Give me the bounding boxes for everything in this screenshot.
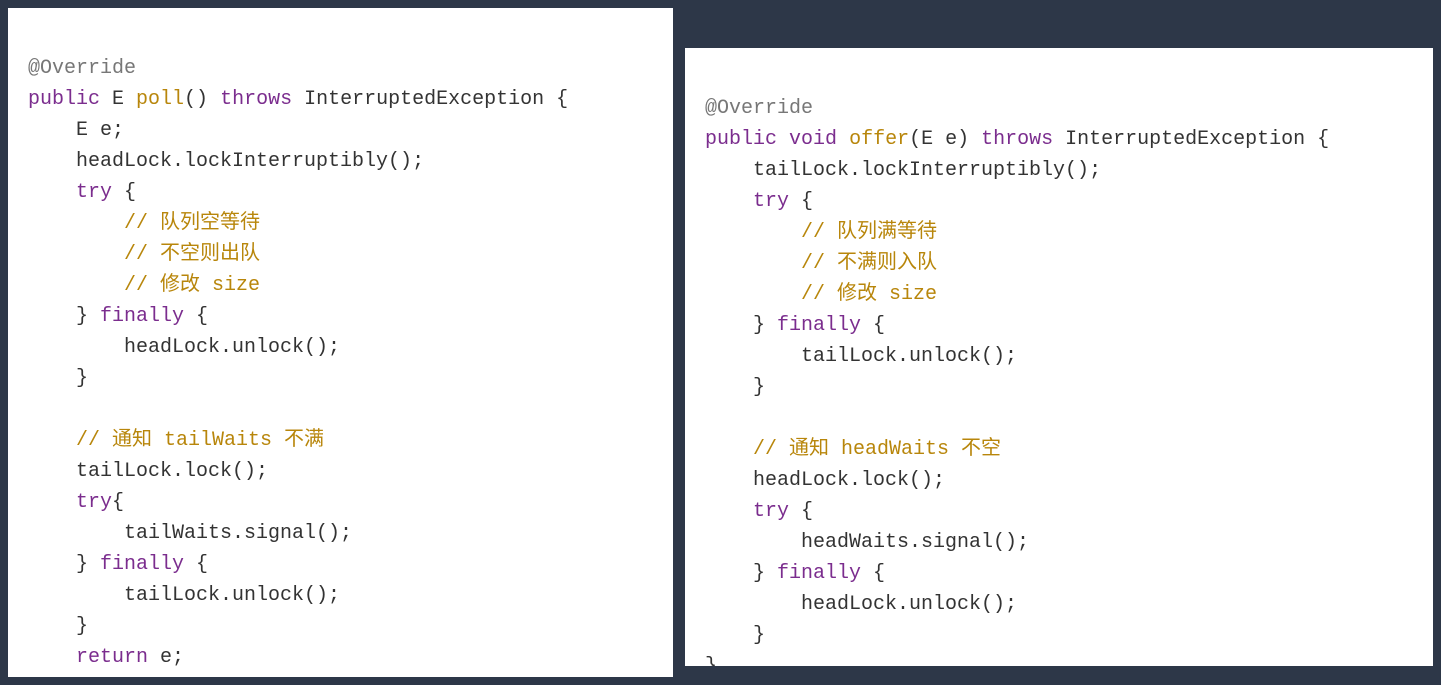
keyword-throws: throws	[220, 88, 292, 111]
keyword-finally: finally	[100, 553, 184, 576]
method-name-poll: poll	[136, 88, 184, 111]
brace: {	[789, 190, 813, 213]
signal-call: tailWaits.signal();	[28, 522, 352, 545]
brace: {	[861, 314, 885, 337]
keyword-public: public	[705, 128, 777, 151]
unlock-call: tailLock.unlock();	[28, 584, 340, 607]
indent	[705, 500, 753, 523]
params: (E e)	[909, 128, 981, 151]
keyword-try: try	[753, 190, 789, 213]
keyword-throws: throws	[981, 128, 1053, 151]
comment-not-full-enqueue: // 不满则入队	[705, 252, 937, 275]
brace: }	[28, 305, 100, 328]
unlock-call: headLock.unlock();	[28, 336, 340, 359]
keyword-public: public	[28, 88, 100, 111]
annotation-override: @Override	[28, 57, 136, 80]
comment-notify-tailwaits: // 通知 tailWaits 不满	[28, 429, 324, 452]
brace: {	[184, 305, 208, 328]
brace: }	[705, 314, 777, 337]
unlock-call: tailLock.unlock();	[705, 345, 1017, 368]
brace: }	[28, 615, 88, 638]
brace: }	[705, 655, 717, 666]
brace: {	[789, 500, 813, 523]
keyword-void: void	[789, 128, 837, 151]
code-panel-poll: @Override public E poll() throws Interru…	[8, 8, 673, 677]
brace: }	[705, 624, 765, 647]
exception-type: InterruptedException {	[1053, 128, 1329, 151]
brace: {	[112, 181, 136, 204]
lock-call: tailLock.lock();	[28, 460, 268, 483]
exception-type: InterruptedException {	[292, 88, 568, 111]
comment-queue-empty-wait: // 队列空等待	[28, 212, 260, 235]
keyword-finally: finally	[100, 305, 184, 328]
indent	[28, 491, 76, 514]
indent	[28, 646, 76, 669]
lock-call: tailLock.lockInterruptibly();	[705, 159, 1101, 182]
return-type: E	[100, 88, 136, 111]
comment-queue-full-wait: // 队列满等待	[705, 221, 937, 244]
keyword-finally: finally	[777, 314, 861, 337]
code-panel-offer: @Override public void offer(E e) throws …	[685, 48, 1433, 666]
params: ()	[184, 88, 220, 111]
comment-notify-headwaits: // 通知 headWaits 不空	[705, 438, 1001, 461]
signal-call: headWaits.signal();	[705, 531, 1029, 554]
indent	[28, 181, 76, 204]
brace: }	[28, 553, 100, 576]
lock-call: headLock.lock();	[705, 469, 945, 492]
comment-modify-size: // 修改 size	[28, 274, 260, 297]
brace: }	[705, 562, 777, 585]
keyword-try: try	[76, 491, 112, 514]
indent	[705, 190, 753, 213]
brace: {	[861, 562, 885, 585]
brace: {	[112, 491, 124, 514]
brace: }	[705, 376, 765, 399]
comment-modify-size: // 修改 size	[705, 283, 937, 306]
lock-call: headLock.lockInterruptibly();	[28, 150, 424, 173]
var-decl: E e;	[28, 119, 124, 142]
keyword-finally: finally	[777, 562, 861, 585]
comment-not-empty-dequeue: // 不空则出队	[28, 243, 260, 266]
keyword-try: try	[76, 181, 112, 204]
annotation-override: @Override	[705, 97, 813, 120]
brace: }	[28, 367, 88, 390]
keyword-return: return	[76, 646, 148, 669]
method-name-offer: offer	[849, 128, 909, 151]
keyword-try: try	[753, 500, 789, 523]
unlock-call: headLock.unlock();	[705, 593, 1017, 616]
return-var: e;	[148, 646, 184, 669]
space	[837, 128, 849, 151]
brace: {	[184, 553, 208, 576]
space	[777, 128, 789, 151]
